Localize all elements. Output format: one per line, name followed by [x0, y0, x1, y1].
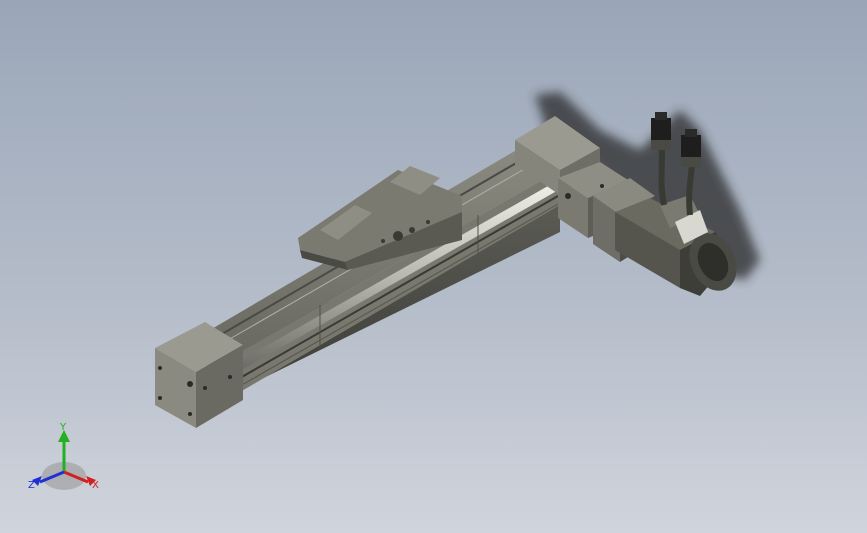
coordinate-triad-icon: Y X Z [28, 422, 99, 491]
z-axis-label: Z [28, 480, 35, 491]
front-end-cap[interactable] [155, 322, 243, 428]
linear-rail[interactable] [200, 145, 560, 392]
y-axis-label: Y [59, 422, 67, 433]
x-axis-label: X [92, 480, 99, 491]
actuator-model[interactable] [0, 0, 867, 533]
cad-viewport[interactable]: Y X Z [0, 0, 867, 533]
